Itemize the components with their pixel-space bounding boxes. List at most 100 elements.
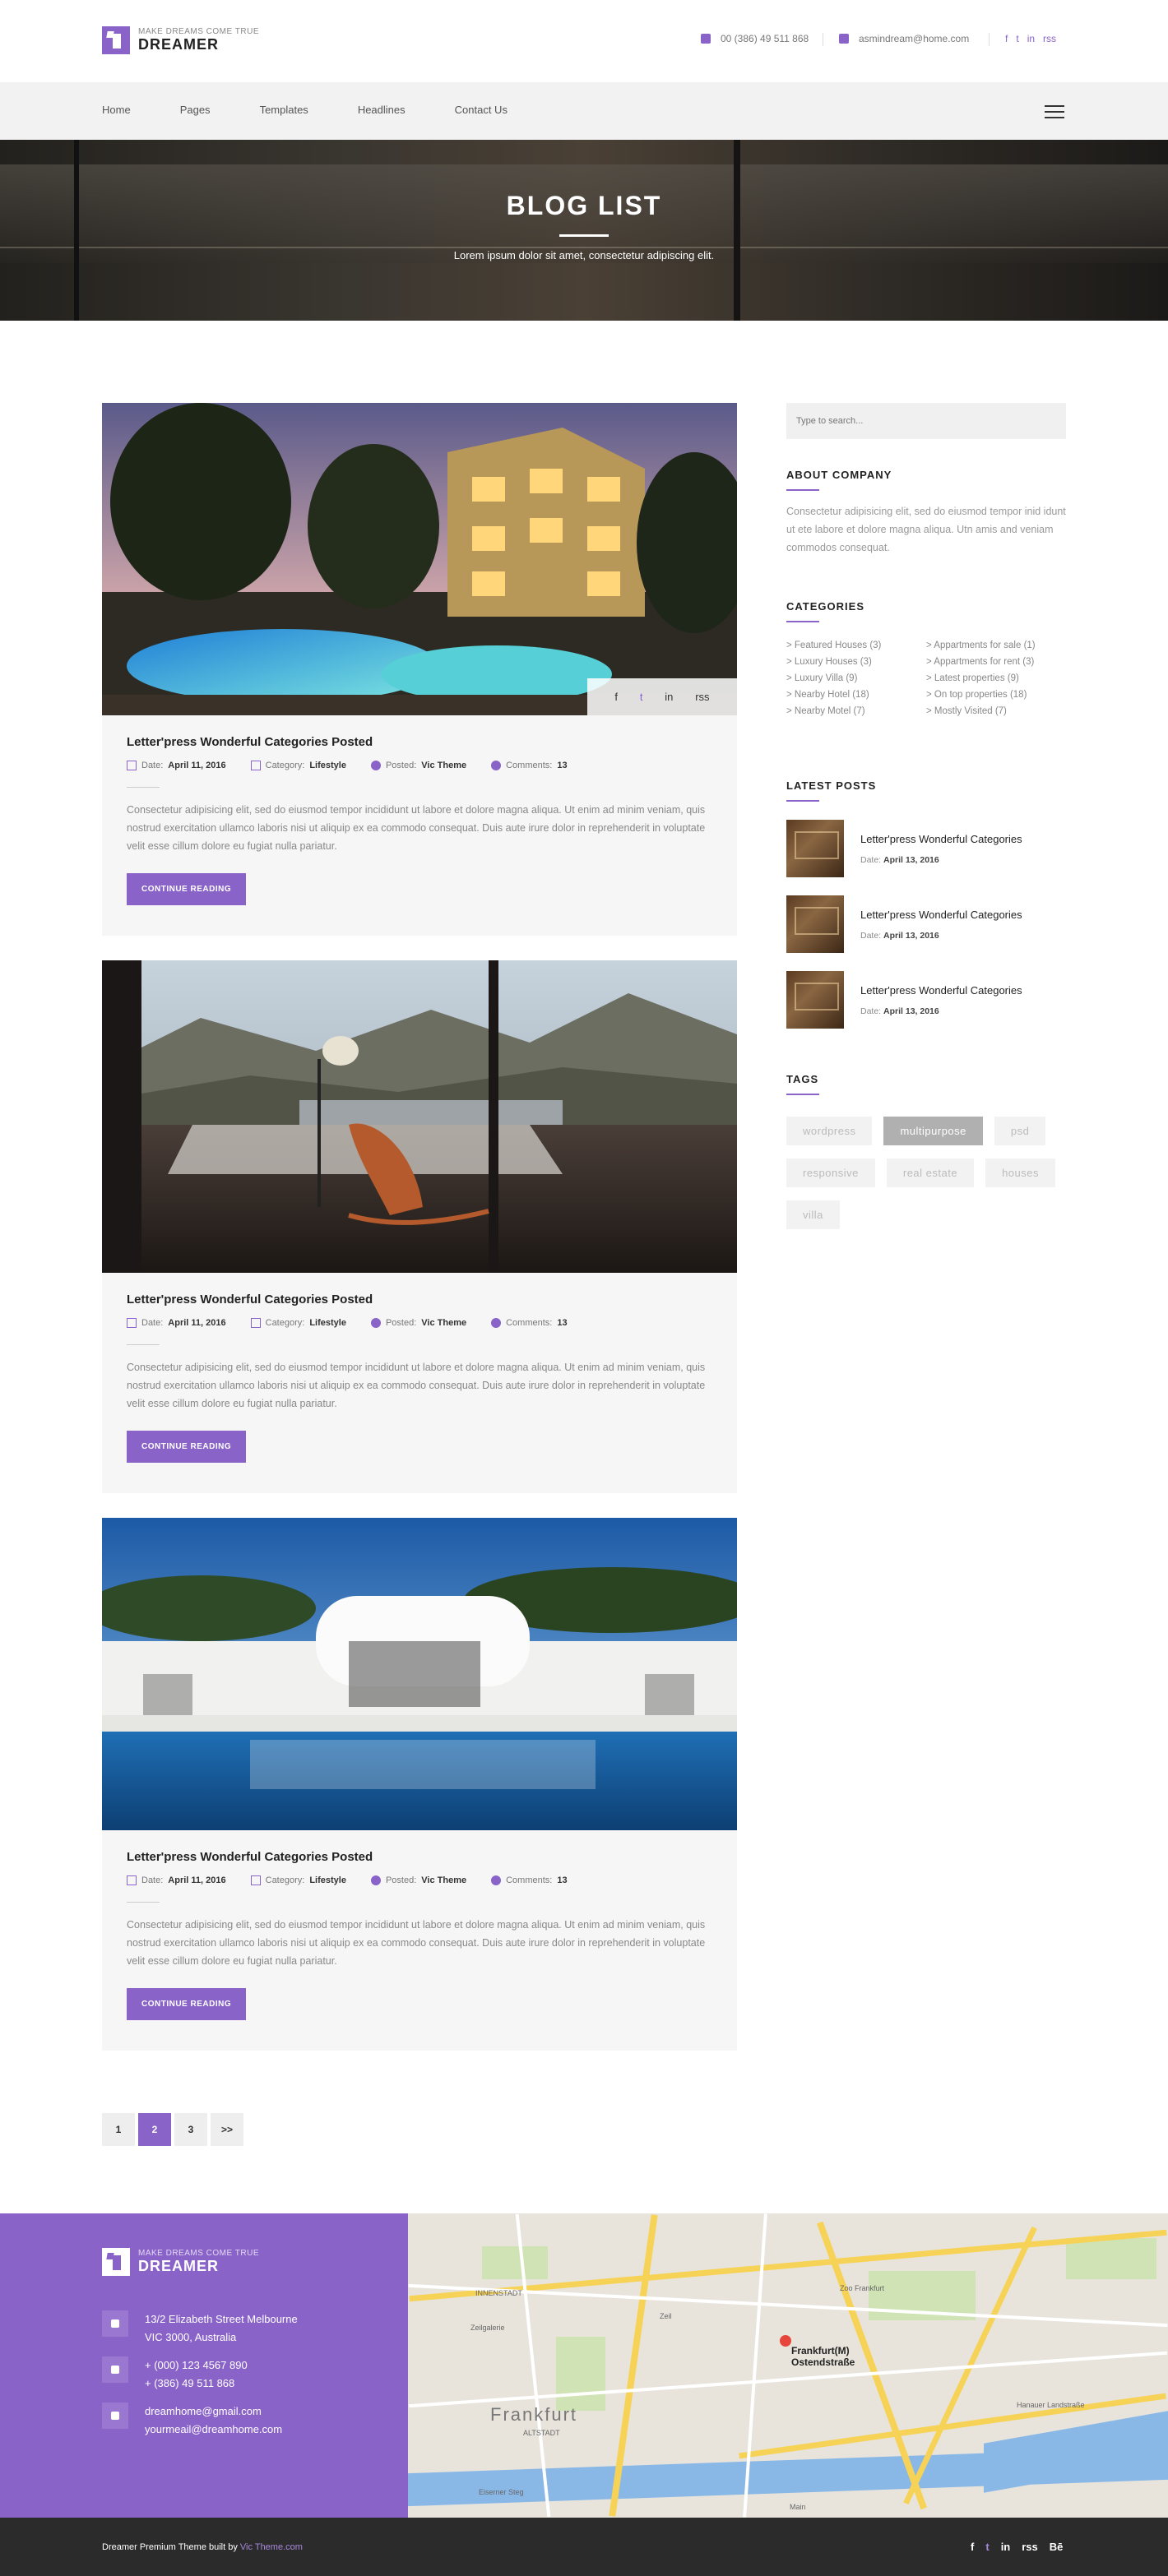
widget-title: TAGS	[786, 1073, 819, 1085]
latest-post-title[interactable]: Letter'press Wonderful Categories	[860, 833, 1022, 845]
categories-widget: CATEGORIES > Featured Houses (3) > Appar…	[786, 600, 1066, 716]
logo-mark-icon	[102, 26, 130, 54]
latest-post-title[interactable]: Letter'press Wonderful Categories	[860, 909, 1022, 921]
footer: MAKE DREAMS COME TRUE DREAMER 13/2 Eliza…	[0, 2213, 1168, 2518]
menu-hamburger-icon[interactable]	[1045, 105, 1064, 118]
nav-templates[interactable]: Templates	[260, 104, 308, 116]
footer-phones: + (000) 123 4567 890 + (386) 49 511 868	[102, 2356, 248, 2393]
tag[interactable]: psd	[994, 1117, 1046, 1145]
user-icon	[370, 1875, 381, 1885]
post-title[interactable]: Letter'press Wonderful Categories Posted	[127, 1293, 712, 1306]
latest-post-item[interactable]: Letter'press Wonderful Categories Date: …	[786, 895, 1066, 953]
footer-social: f t in rss Bē	[971, 2541, 1063, 2553]
tag-cloud: wordpress multipurpose psd responsive re…	[786, 1117, 1066, 1229]
rss-icon[interactable]: rss	[1022, 2541, 1038, 2553]
calendar-icon	[127, 1875, 137, 1885]
nav-pages[interactable]: Pages	[180, 104, 211, 116]
tag-active[interactable]: multipurpose	[883, 1117, 983, 1145]
post-meta: Date: April 11, 2016 Category: Lifestyle P…	[127, 1318, 712, 1328]
linkedin-icon[interactable]: in	[1027, 33, 1035, 44]
twitter-icon[interactable]: t	[985, 2541, 989, 2553]
header-email[interactable]: asmindream@home.com	[839, 33, 969, 44]
linkedin-icon[interactable]: in	[665, 691, 673, 703]
category-link[interactable]: > Nearby Motel (7)	[786, 706, 926, 716]
latest-post-item[interactable]: Letter'press Wonderful Categories Date: …	[786, 971, 1066, 1029]
share-bar: f t in rss	[587, 678, 737, 715]
continue-reading-button[interactable]: CONTINUE READING	[127, 1988, 247, 2020]
category-link[interactable]: > Appartments for rent (3)	[926, 657, 1066, 667]
nav-headlines[interactable]: Headlines	[358, 104, 406, 116]
copyright: Dreamer Premium Theme built by Vic Theme…	[102, 2542, 303, 2552]
about-widget: ABOUT COMPANY Consectetur adipisicing el…	[786, 469, 1066, 557]
tag[interactable]: wordpress	[786, 1117, 873, 1145]
logo-name: DREAMER	[138, 36, 220, 53]
main-navbar: Home Pages Templates Headlines Contact U…	[0, 82, 1168, 140]
divider	[127, 1344, 160, 1345]
facebook-icon[interactable]: f	[1005, 33, 1008, 44]
tag[interactable]: real estate	[886, 1159, 975, 1187]
post-image[interactable]	[102, 960, 737, 1273]
post-thumbnail[interactable]	[786, 971, 844, 1029]
header-social: f t in rss	[1005, 33, 1056, 44]
rss-icon[interactable]: rss	[1043, 33, 1056, 44]
post-title[interactable]: Letter'press Wonderful Categories Posted	[127, 735, 712, 749]
next-page-button[interactable]: >>	[211, 2113, 243, 2146]
rss-icon[interactable]: rss	[695, 691, 709, 703]
top-header: MAKE DREAMS COME TRUE DREAMER 00 (386) 4…	[0, 0, 1168, 82]
nav-home[interactable]: Home	[102, 104, 131, 116]
logo-tagline: MAKE DREAMS COME TRUE	[138, 27, 259, 36]
nav-contact[interactable]: Contact Us	[455, 104, 508, 116]
mail-icon	[102, 2403, 128, 2429]
category-link[interactable]: > Nearby Hotel (18)	[786, 690, 926, 700]
calendar-icon	[127, 1318, 137, 1328]
post-meta: Date: April 11, 2016 Category: Lifestyle P…	[127, 761, 712, 770]
post-image[interactable]: f t in rss	[102, 403, 737, 715]
tag[interactable]: villa	[786, 1200, 840, 1229]
post-excerpt: Consectetur adipisicing elit, sed do eiu…	[127, 1919, 706, 1967]
category-link[interactable]: > Featured Houses (3)	[786, 641, 926, 650]
bottom-bar: Dreamer Premium Theme built by Vic Theme…	[0, 2518, 1168, 2576]
user-icon	[370, 761, 381, 770]
category-link[interactable]: > Latest properties (9)	[926, 673, 1066, 683]
location-icon	[102, 2310, 128, 2337]
linkedin-icon[interactable]: in	[1001, 2541, 1011, 2553]
category-link[interactable]: > On top properties (18)	[926, 690, 1066, 700]
footer-address: 13/2 Elizabeth Street Melbourne VIC 3000…	[102, 2310, 298, 2347]
post-title[interactable]: Letter'press Wonderful Categories Posted	[127, 1850, 712, 1864]
continue-reading-button[interactable]: CONTINUE READING	[127, 1431, 247, 1463]
page-button[interactable]: 3	[174, 2113, 207, 2146]
location-map[interactable]: INNENSTADT ALTSTADT Zoo Frankfurt Zeil Z…	[408, 2213, 1168, 2518]
hero-banner	[0, 140, 1168, 321]
latest-post-item[interactable]: Letter'press Wonderful Categories Date: …	[786, 820, 1066, 877]
category-link[interactable]: > Luxury Villa (9)	[786, 673, 926, 683]
post-thumbnail[interactable]	[786, 820, 844, 877]
page-button[interactable]: 1	[102, 2113, 135, 2146]
latest-posts-widget: LATEST POSTS Letter'press Wonderful Cate…	[786, 779, 1066, 1029]
continue-reading-button[interactable]: CONTINUE READING	[127, 873, 247, 905]
footer-logo[interactable]: MAKE DREAMS COME TRUE DREAMER	[102, 2248, 259, 2276]
facebook-icon[interactable]: f	[614, 691, 618, 703]
tag[interactable]: responsive	[786, 1159, 875, 1187]
folder-icon	[250, 761, 261, 770]
category-link[interactable]: > Appartments for sale (1)	[926, 641, 1066, 650]
page-button-current[interactable]: 2	[138, 2113, 171, 2146]
page-title: BLOG LIST	[506, 191, 662, 220]
tag[interactable]: houses	[985, 1159, 1055, 1187]
post-image[interactable]	[102, 1518, 737, 1830]
latest-post-title[interactable]: Letter'press Wonderful Categories	[860, 984, 1022, 997]
logo[interactable]: MAKE DREAMS COME TRUE DREAMER	[102, 26, 259, 54]
behance-icon[interactable]: Bē	[1050, 2541, 1064, 2553]
twitter-icon[interactable]: t	[1016, 33, 1018, 44]
search-input[interactable]	[786, 403, 1066, 439]
twitter-icon[interactable]: t	[640, 691, 643, 703]
category-link[interactable]: > Mostly Visited (7)	[926, 706, 1066, 716]
category-link[interactable]: > Luxury Houses (3)	[786, 657, 926, 667]
post-thumbnail[interactable]	[786, 895, 844, 953]
facebook-icon[interactable]: f	[971, 2541, 974, 2553]
about-text: Consectetur adipisicing elit, sed do eiu…	[786, 506, 1066, 553]
header-phone: 00 (386) 49 511 868	[701, 33, 809, 44]
title-underline	[559, 234, 609, 237]
theme-link[interactable]: Vic Theme.com	[240, 2542, 303, 2552]
map-marker-icon[interactable]	[780, 2335, 791, 2347]
blog-post: Letter'press Wonderful Categories Posted…	[102, 1518, 737, 2051]
